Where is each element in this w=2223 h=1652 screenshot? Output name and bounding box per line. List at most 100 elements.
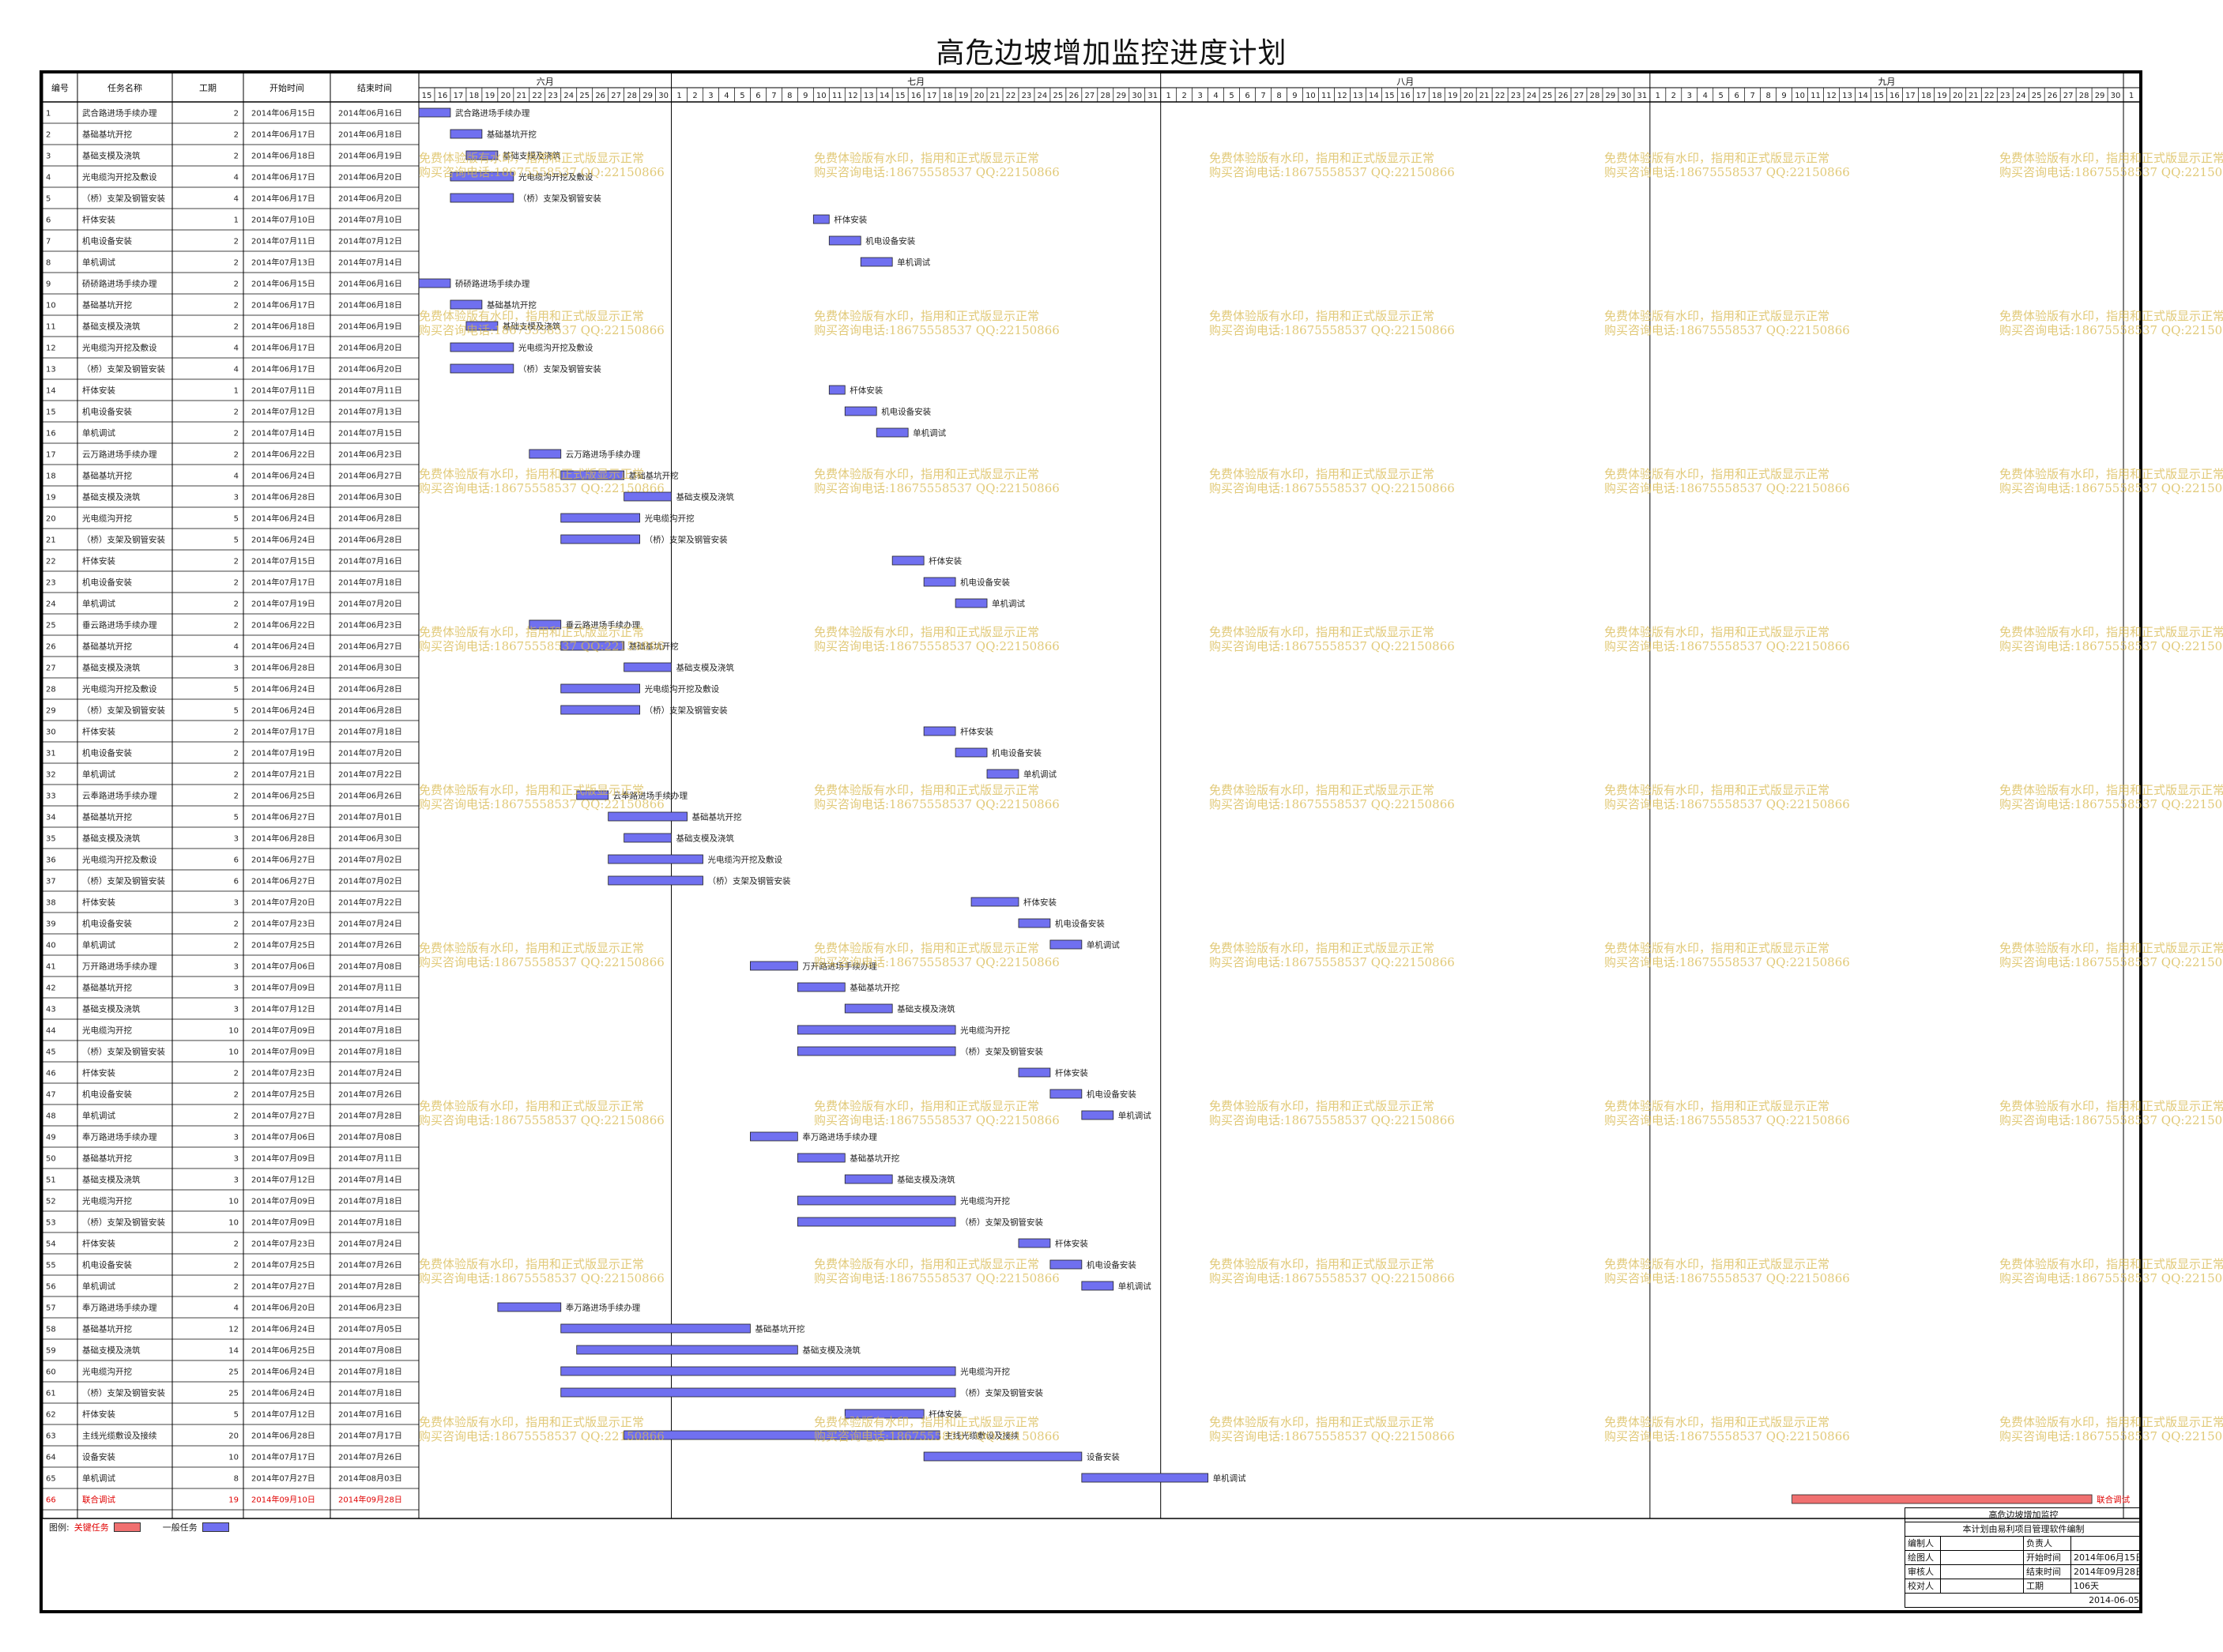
task-name: 云万路进场手续办理 [82,450,157,460]
day-tick-label: 18 [1921,92,1931,100]
task-end: 2014年06月23日 [338,450,402,460]
task-start: 2014年07月25日 [251,1260,315,1270]
task-name: 机电设备安装 [82,1089,132,1100]
task-start: 2014年07月23日 [251,1068,315,1078]
task-duration: 4 [234,344,239,353]
bar-label: 杆体安装 [850,386,883,396]
day-tick-label: 26 [1068,92,1079,100]
watermark-line: 免费体验版有水印，指用和正式版显示正常 [1209,1415,1434,1429]
day-tick-label: 27 [611,92,621,100]
day-tick-label: 25 [2032,92,2042,100]
gantt-bar [418,278,451,288]
gantt-bar [923,726,956,736]
gantt-bar [797,982,846,992]
bar-label: 机电设备安装 [1087,1089,1136,1100]
task-name: 基础基坑开挖 [82,471,132,481]
task-name: 基础基坑开挖 [82,300,132,310]
gantt-bar [797,1046,956,1056]
watermark-line: 免费体验版有水印，指用和正式版显示正常 [814,783,1039,797]
task-end: 2014年07月02日 [338,855,402,865]
day-tick-label: 22 [532,92,542,100]
task-duration: 2 [234,600,239,609]
task-id: 38 [46,899,56,908]
task-id: 56 [46,1283,56,1292]
day-tick-label: 3 [1197,92,1202,100]
day-tick-label: 5 [740,92,744,100]
day-tick-label: 28 [1100,92,1110,100]
task-id: 29 [46,707,56,716]
task-start: 2014年07月17日 [251,727,315,737]
task-id: 17 [46,451,56,460]
task-id: 22 [46,558,56,566]
bar-label: （桥）支架及钢管安装 [960,1217,1043,1228]
task-duration: 2 [234,238,239,246]
day-tick-label: 22 [1006,92,1016,100]
bar-label: （桥）支架及钢管安装 [645,706,728,716]
task-end: 2014年07月15日 [338,428,402,438]
bar-label: （桥）支架及钢管安装 [708,876,791,886]
day-tick-label: 22 [1495,92,1505,100]
task-name: 云奉路进场手续办理 [82,791,157,801]
task-name: 机电设备安装 [82,1260,132,1270]
task-name: 基础支模及浇筑 [82,663,141,673]
task-end: 2014年07月26日 [338,940,402,950]
gantt-bar [450,193,514,203]
day-tick-label: 28 [627,92,637,100]
watermark-line: 购买咨询电话:18675558537 QQ:22150866 [1209,1271,1455,1285]
task-name: 光电缆沟开挖 [82,1025,132,1036]
task-id: 15 [46,408,56,417]
task-duration: 2 [234,323,239,332]
task-id: 3 [46,152,51,161]
watermark-line: 购买咨询电话:18675558537 QQ:22150866 [1604,955,1850,969]
task-start: 2014年06月24日 [251,471,315,481]
day-tick-label: 31 [1147,92,1158,100]
bar-label: 杆体安装 [960,727,993,737]
task-id: 48 [46,1112,56,1121]
task-start: 2014年06月18日 [251,322,315,332]
task-name: 奉万路进场手续办理 [82,1132,157,1142]
task-start: 2014年07月06日 [251,1132,315,1142]
watermark-line: 免费体验版有水印，指用和正式版显示正常 [1604,1257,1829,1271]
watermark-line: 购买咨询电话:18675558537 QQ:22150866 [1999,797,2223,811]
task-start: 2014年06月28日 [251,1431,315,1441]
bar-label: 武合路进场手续办理 [455,108,530,119]
day-tick-label: 1 [1656,92,1660,100]
task-start: 2014年07月21日 [251,770,315,780]
task-start: 2014年06月27日 [251,855,315,865]
task-name: 基础支模及浇筑 [82,151,141,161]
gantt-bar [1018,1067,1051,1078]
watermark-line: 免费体验版有水印，指用和正式版显示正常 [1209,151,1434,165]
task-start: 2014年07月10日 [251,215,315,225]
task-id: 7 [46,238,51,246]
task-start: 2014年06月15日 [251,279,315,289]
gantt-bar [497,1302,562,1312]
bar-label: 光电缆沟开挖 [645,514,695,524]
watermark-line: 购买咨询电话:18675558537 QQ:22150866 [1999,1429,2223,1443]
gantt-bar [624,662,672,672]
task-end: 2014年09月28日 [338,1495,402,1505]
task-name: （桥）支架及钢管安装 [82,1217,165,1228]
gantt-bar [891,555,925,566]
bar-label: 机电设备安装 [865,236,915,246]
gantt-bar [923,577,956,587]
day-tick-label: 13 [1842,92,1852,100]
task-start: 2014年07月09日 [251,1047,315,1057]
task-id: 4 [46,174,51,183]
task-end: 2014年07月11日 [338,1153,402,1164]
task-end: 2014年07月26日 [338,1260,402,1270]
watermark-line: 免费体验版有水印，指用和正式版显示正常 [1604,625,1829,639]
day-tick-label: 6 [1735,92,1739,100]
month-label: 七月 [907,77,925,87]
day-tick-label: 29 [1116,92,1126,100]
task-end: 2014年06月30日 [338,663,402,673]
day-tick-label: 21 [990,92,1000,100]
watermark-line: 免费体验版有水印，指用和正式版显示正常 [814,1257,1039,1271]
task-name: 杆体安装 [82,727,115,737]
legend-critical-swatch [113,1522,141,1532]
watermark-line: 免费体验版有水印，指用和正式版显示正常 [419,1099,644,1113]
task-start: 2014年06月24日 [251,642,315,652]
day-tick-label: 28 [2079,92,2089,100]
task-duration: 3 [234,963,239,972]
task-name: 主线光缆敷设及接续 [82,1431,157,1441]
task-name: 杆体安装 [82,1239,115,1249]
